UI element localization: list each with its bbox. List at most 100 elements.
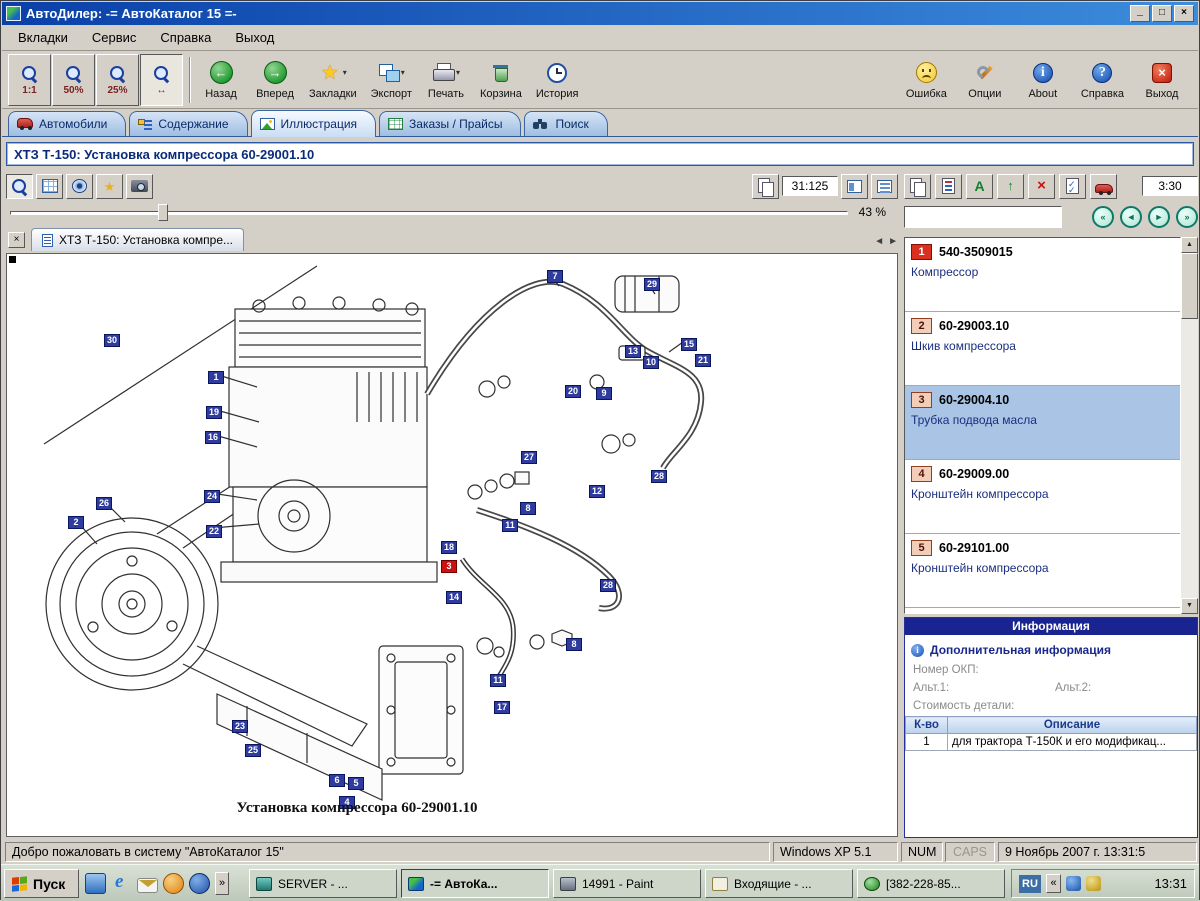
callout-14[interactable]: 14 [446,591,462,604]
toolbar-exit-button[interactable]: Выход [1138,54,1186,106]
toolbar-options-button[interactable]: Опции [961,54,1009,106]
taskbar-button-4[interactable]: Входящие - ... [705,869,853,898]
toolbar-print-button[interactable]: ▾Печать [422,54,470,106]
callout-1[interactable]: 1 [208,371,224,384]
parts-select-list-button[interactable] [1059,174,1086,199]
show-desktop-icon[interactable] [85,873,106,894]
callout-11[interactable]: 11 [502,519,518,532]
toolbar-zoom-fit-button[interactable]: ↔ [140,54,183,106]
tab-orders[interactable]: Заказы / Прайсы [379,111,521,136]
taskbar-button-1[interactable]: SERVER - ... [249,869,397,898]
media-player-icon[interactable] [163,873,184,894]
toolbar-zoom-25-button[interactable]: 25% [96,54,139,106]
callout-20[interactable]: 20 [565,385,581,398]
language-indicator[interactable]: RU [1019,875,1041,893]
parts-nav-first-button[interactable]: « [1092,206,1114,228]
viewer-preview-button[interactable] [66,174,93,199]
part-row-1[interactable]: 1540-3509015Компрессор [905,238,1180,312]
callout-26[interactable]: 26 [96,497,112,510]
callout-9[interactable]: 9 [596,387,612,400]
callout-12[interactable]: 12 [589,485,605,498]
part-row-5[interactable]: 560-29101.00Кронштейн компрессора [905,534,1180,608]
callout-3[interactable]: 3 [441,560,457,573]
doc-tab-next-icon[interactable]: ► [888,236,898,247]
callout-5[interactable]: 5 [348,777,364,790]
antivirus-icon[interactable] [1086,876,1101,891]
menu-exit[interactable]: Выход [223,26,286,49]
callout-27[interactable]: 27 [521,451,537,464]
toolbar-zoom-1-1-button[interactable]: 1:1 [8,54,51,106]
parts-font-button[interactable] [966,174,993,199]
taskbar-button-3[interactable]: 14991 - Paint [553,869,701,898]
callout-21[interactable]: 21 [695,354,711,367]
toolbar-help-button[interactable]: Справка [1077,54,1128,106]
callout-23[interactable]: 23 [232,720,248,733]
toolbar-back-button[interactable]: Назад [197,54,245,106]
parts-vehicle-button[interactable] [1090,174,1117,199]
browser-icon[interactable] [189,873,210,894]
parts-remove-button[interactable] [1028,174,1055,199]
window-close-button[interactable]: × [1174,5,1194,22]
tab-search[interactable]: Поиск [524,111,607,136]
taskbar-button-5[interactable]: [382-228-85... [857,869,1005,898]
start-button[interactable]: Пуск [4,869,79,898]
window-maximize-button[interactable]: □ [1152,5,1172,22]
callout-24[interactable]: 24 [204,490,220,503]
toolbar-cart-button[interactable]: Корзина [476,54,526,106]
callout-15[interactable]: 15 [681,338,697,351]
document-tab[interactable]: ХТЗ Т-150: Установка компре... [31,228,244,251]
parts-move-up-button[interactable] [997,174,1024,199]
illustration-canvas[interactable]: 3072915131021120919162728122426821122183… [6,253,898,837]
menu-help[interactable]: Справка [148,26,223,49]
scroll-up-icon[interactable]: ▲ [1181,237,1198,253]
callout-11[interactable]: 11 [490,674,506,687]
menu-service[interactable]: Сервис [80,26,149,49]
parts-nav-next-button[interactable]: ► [1148,206,1170,228]
toolbar-zoom-50-button[interactable]: 50% [52,54,95,106]
viewer-pan-mode-button[interactable] [6,174,33,199]
callout-18[interactable]: 18 [441,541,457,554]
quick-launch-overflow-icon[interactable]: » [215,872,229,895]
tray-chevron-icon[interactable]: « [1046,874,1061,893]
viewer-bookmark-view-button[interactable] [96,174,123,199]
part-row-4[interactable]: 460-29009.00Кронштейн компрессора [905,460,1180,534]
callout-22[interactable]: 22 [206,525,222,538]
taskbar-button-2[interactable]: -= АвтоКа... [401,869,549,898]
callout-2[interactable]: 2 [68,516,84,529]
callout-28[interactable]: 28 [600,579,616,592]
callout-13[interactable]: 13 [625,345,641,358]
toolbar-history-button[interactable]: История [532,54,583,106]
callout-8[interactable]: 8 [520,502,536,515]
tab-contents[interactable]: Содержание [129,111,247,136]
document-close-button[interactable]: × [8,232,25,248]
toolbar-export-button[interactable]: ▾Экспорт [367,54,416,106]
internet-explorer-icon[interactable] [111,873,132,894]
callout-29[interactable]: 29 [644,278,660,291]
mail-client-icon[interactable] [137,878,158,893]
parts-report-button[interactable] [935,174,962,199]
parts-nav-last-button[interactable]: » [1176,206,1198,228]
toolbar-forward-button[interactable]: Вперед [251,54,299,106]
callout-19[interactable]: 19 [206,406,222,419]
callout-10[interactable]: 10 [643,356,659,369]
parts-copy-list-button[interactable] [904,174,931,199]
callout-7[interactable]: 7 [547,270,563,283]
zoom-slider-track[interactable] [10,211,848,215]
parts-scrollbar[interactable]: ▲ ▼ [1181,237,1198,614]
viewer-snapshot-button[interactable] [126,174,153,199]
tray-clock[interactable]: 13:31 [1154,876,1187,891]
toolbar-error-button[interactable]: Ошибка [902,54,951,106]
parts-search-input[interactable] [904,206,1062,228]
viewer-layout-list-button[interactable] [841,174,868,199]
viewer-layout-tiles-button[interactable] [871,174,898,199]
window-minimize-button[interactable]: _ [1130,5,1150,22]
parts-nav-prev-button[interactable]: ◄ [1120,206,1142,228]
scroll-down-icon[interactable]: ▼ [1181,598,1198,614]
callout-17[interactable]: 17 [494,701,510,714]
toolbar-about-button[interactable]: About [1019,54,1067,106]
callout-25[interactable]: 25 [245,744,261,757]
scrollbar-thumb[interactable] [1181,253,1198,319]
viewer-thumbnails-button[interactable] [36,174,63,199]
tab-cars[interactable]: Автомобили [8,111,126,136]
table-row[interactable]: 1 для трактора Т-150К и его модификац... [906,734,1197,751]
